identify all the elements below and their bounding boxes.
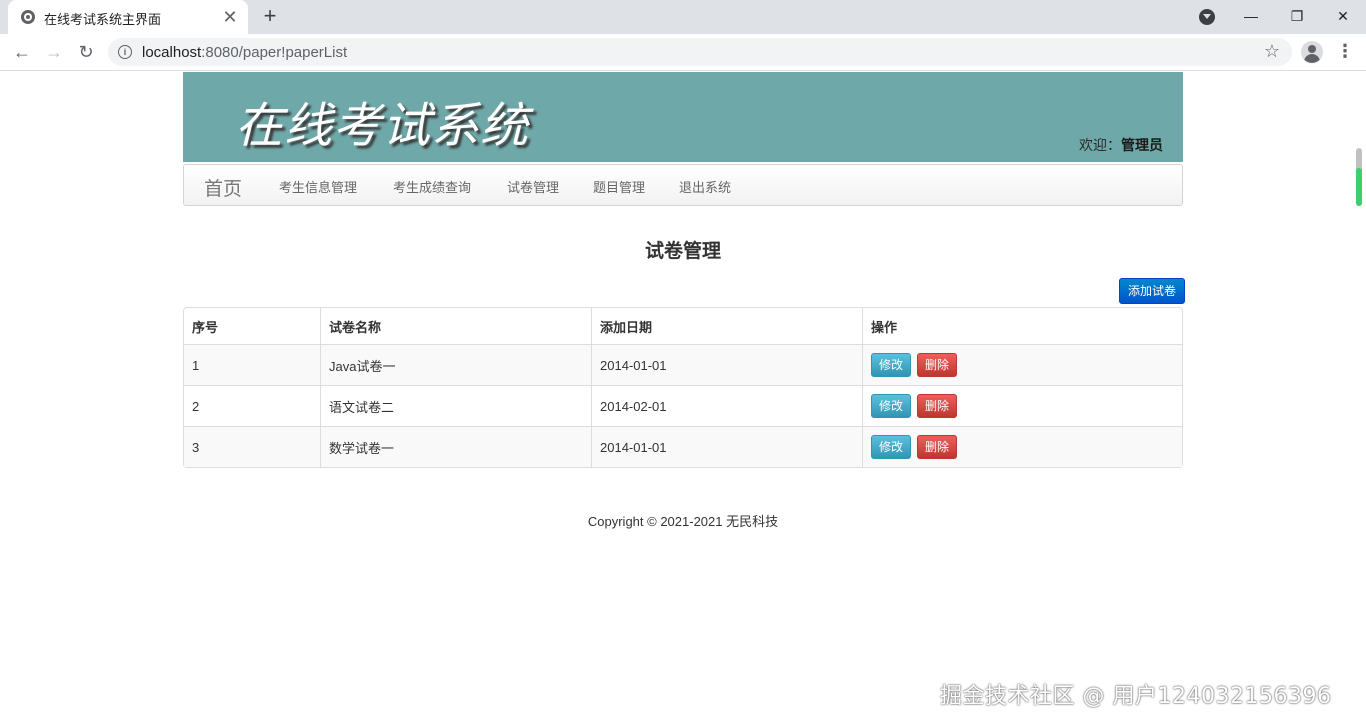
- star-icon[interactable]: ☆: [1264, 41, 1280, 62]
- window-close-icon[interactable]: ✕: [1328, 4, 1358, 28]
- delete-button[interactable]: 删除: [917, 394, 957, 418]
- site-banner: 在线考试系统 欢迎：管理员: [183, 72, 1183, 162]
- scrollbar[interactable]: [1356, 148, 1362, 206]
- table-row: 2 语文试卷二 2014-02-01 修改 删除: [184, 385, 1182, 426]
- cell-name: 语文试卷二: [320, 385, 591, 426]
- restore-icon[interactable]: ❐: [1282, 4, 1312, 28]
- column-header-name: 试卷名称: [320, 308, 591, 344]
- watermark: 掘金技术社区 @ 用户124032156396: [940, 684, 1332, 709]
- paper-table: 序号 试卷名称 添加日期 操作 1 Java试卷一 2014-01-01 修改删…: [183, 307, 1183, 468]
- cell-index: 2: [184, 385, 320, 426]
- cell-actions: 修改 删除: [862, 344, 1182, 385]
- add-paper-button[interactable]: 添加试卷: [1119, 278, 1185, 304]
- close-icon[interactable]: ✕: [220, 7, 240, 27]
- globe-icon: [21, 10, 35, 24]
- site-title: 在线考试系统: [235, 98, 530, 154]
- browser-tab[interactable]: 在线考试系统主界面 ✕: [8, 0, 248, 34]
- nav-home[interactable]: 首页: [204, 174, 242, 201]
- delete-button[interactable]: 删除: [917, 435, 957, 459]
- url-text[interactable]: localhost:8080/paper!paperList: [142, 44, 347, 61]
- edit-button[interactable]: 修改: [871, 353, 911, 377]
- page-title: 试卷管理: [644, 241, 721, 262]
- reload-icon[interactable]: ↻: [73, 39, 99, 65]
- nav-item-paper-management[interactable]: 试卷管理: [507, 177, 559, 196]
- welcome-text: 欢迎：管理员: [1079, 135, 1163, 155]
- table-header-row: 序号 试卷名称 添加日期 操作: [184, 308, 1182, 344]
- welcome-prefix: 欢迎：: [1079, 137, 1121, 153]
- back-arrow-icon[interactable]: ←: [9, 39, 35, 65]
- table-row: 3 数学试卷一 2014-01-01 修改 删除: [184, 426, 1182, 467]
- info-icon[interactable]: i: [118, 45, 132, 59]
- kebab-menu-icon[interactable]: ⋮: [1336, 40, 1354, 64]
- address-bar[interactable]: i localhost:8080/paper!paperList ☆: [108, 38, 1292, 66]
- cell-actions: 修改 删除: [862, 385, 1182, 426]
- column-header-date: 添加日期: [591, 308, 862, 344]
- tab-title: 在线考试系统主界面: [44, 12, 162, 27]
- url-host: localhost: [142, 44, 202, 61]
- edit-button[interactable]: 修改: [871, 394, 911, 418]
- page-container: 在线考试系统 欢迎：管理员 首页 考生信息管理 考生成绩查询 试卷管理 题目管理…: [183, 72, 1185, 529]
- nav-item-student-info[interactable]: 考生信息管理: [279, 177, 357, 196]
- delete-button[interactable]: 删除: [917, 353, 957, 377]
- nav-item-score-query[interactable]: 考生成绩查询: [393, 177, 471, 196]
- url-path: :8080/paper!paperList: [201, 44, 348, 61]
- minimize-icon[interactable]: —: [1236, 4, 1266, 28]
- copyright-text: Copyright © 2021-2021 无民科技: [587, 514, 779, 529]
- nav-item-logout[interactable]: 退出系统: [679, 177, 731, 196]
- forward-arrow-icon[interactable]: →: [41, 39, 67, 65]
- cell-date: 2014-01-01: [591, 344, 862, 385]
- cell-index: 3: [184, 426, 320, 467]
- browser-tab-strip: 在线考试系统主界面 ✕ + — ❐ ✕: [0, 0, 1366, 34]
- edit-button[interactable]: 修改: [871, 435, 911, 459]
- plus-icon[interactable]: +: [258, 4, 282, 28]
- cell-date: 2014-02-01: [591, 385, 862, 426]
- column-header-actions: 操作: [862, 308, 1182, 344]
- table-row: 1 Java试卷一 2014-01-01 修改 删除: [184, 344, 1182, 385]
- cell-index: 1: [184, 344, 320, 385]
- browser-toolbar: ← → ↻ i localhost:8080/paper!paperList ☆…: [0, 34, 1366, 71]
- column-header-index: 序号: [192, 319, 219, 335]
- cell-actions: 修改 删除: [862, 426, 1182, 467]
- cell-name: Java试卷一: [320, 344, 591, 385]
- nav-item-question-management[interactable]: 题目管理: [593, 177, 645, 196]
- account-icon[interactable]: [1301, 41, 1323, 63]
- main-navbar: 首页 考生信息管理 考生成绩查询 试卷管理 题目管理 退出系统: [183, 164, 1183, 206]
- tab-search-icon[interactable]: [1199, 9, 1215, 25]
- cell-date: 2014-01-01: [591, 426, 862, 467]
- cell-name: 数学试卷一: [320, 426, 591, 467]
- welcome-user: 管理员: [1121, 137, 1163, 153]
